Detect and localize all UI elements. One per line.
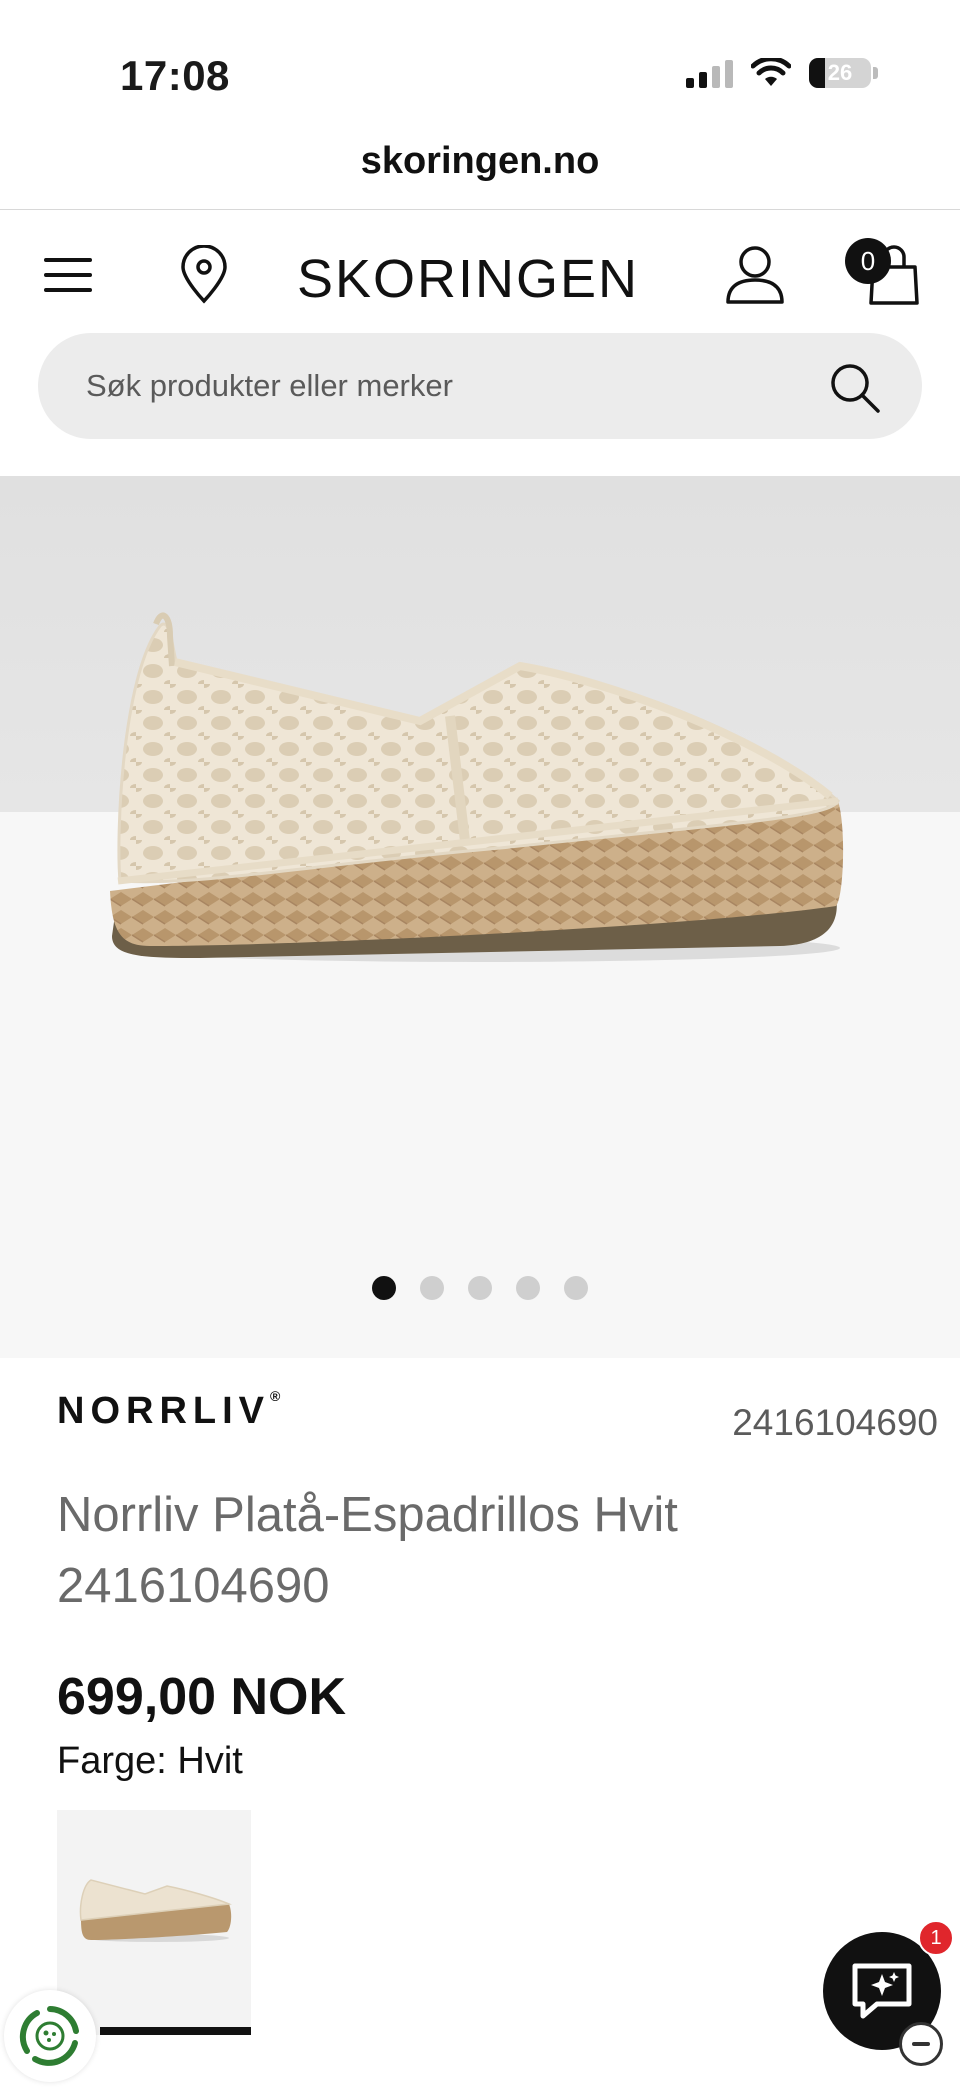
battery-icon: 26 <box>809 58 871 88</box>
search-input[interactable] <box>86 333 786 439</box>
status-icons: 26 <box>686 58 878 88</box>
eco-badge[interactable] <box>4 1990 96 2082</box>
variant-thumbnail-image <box>57 1810 251 2035</box>
account-button[interactable] <box>722 240 788 310</box>
brand-name: NORRLIV <box>57 1390 270 1432</box>
chat-sparkle-icon <box>852 1963 912 2019</box>
cart-count-badge: 0 <box>845 238 891 284</box>
gallery-dot[interactable] <box>564 1276 588 1300</box>
site-header: SKORINGEN 0 <box>0 210 960 340</box>
gallery-dot[interactable] <box>468 1276 492 1300</box>
wifi-icon <box>751 58 791 86</box>
product-title: Norrliv Platå-Espadrillos Hvit 241610469… <box>57 1488 678 1613</box>
selected-variant-indicator <box>100 2027 251 2035</box>
status-bar: 17:08 26 <box>0 0 960 130</box>
search-bar <box>38 333 922 439</box>
product-image <box>110 612 844 962</box>
search-icon <box>831 364 880 413</box>
article-number: 2416104690 <box>732 1402 938 1443</box>
chat-unread-badge: 1 <box>918 1920 954 1956</box>
user-icon <box>726 246 784 304</box>
gallery-dot[interactable] <box>516 1276 540 1300</box>
brand-logo[interactable]: NORRLIV® <box>57 1388 281 1433</box>
browser-url-bar[interactable]: skoringen.no <box>0 140 960 210</box>
minimize-icon <box>912 2042 930 2046</box>
recycle-icon <box>19 2006 79 2066</box>
registered-mark: ® <box>270 1388 281 1405</box>
gallery-pagination <box>0 1276 960 1300</box>
color-variant-thumbnail[interactable] <box>57 1810 251 2035</box>
status-time: 17:08 <box>120 52 230 99</box>
product-price: 699,00 NOK <box>57 1668 347 1726</box>
browser-url: skoringen.no <box>360 140 600 182</box>
gallery-dot[interactable] <box>372 1276 396 1300</box>
site-logo[interactable]: SKORINGEN <box>0 248 936 310</box>
battery-level: 26 <box>827 60 853 85</box>
gallery-dot[interactable] <box>420 1276 444 1300</box>
color-label: Farge: Hvit <box>57 1740 243 1782</box>
chat-minimize-button[interactable] <box>899 2022 943 2066</box>
product-image-gallery[interactable] <box>0 476 960 1358</box>
cellular-signal-icon <box>686 58 733 88</box>
search-button[interactable] <box>828 361 882 420</box>
